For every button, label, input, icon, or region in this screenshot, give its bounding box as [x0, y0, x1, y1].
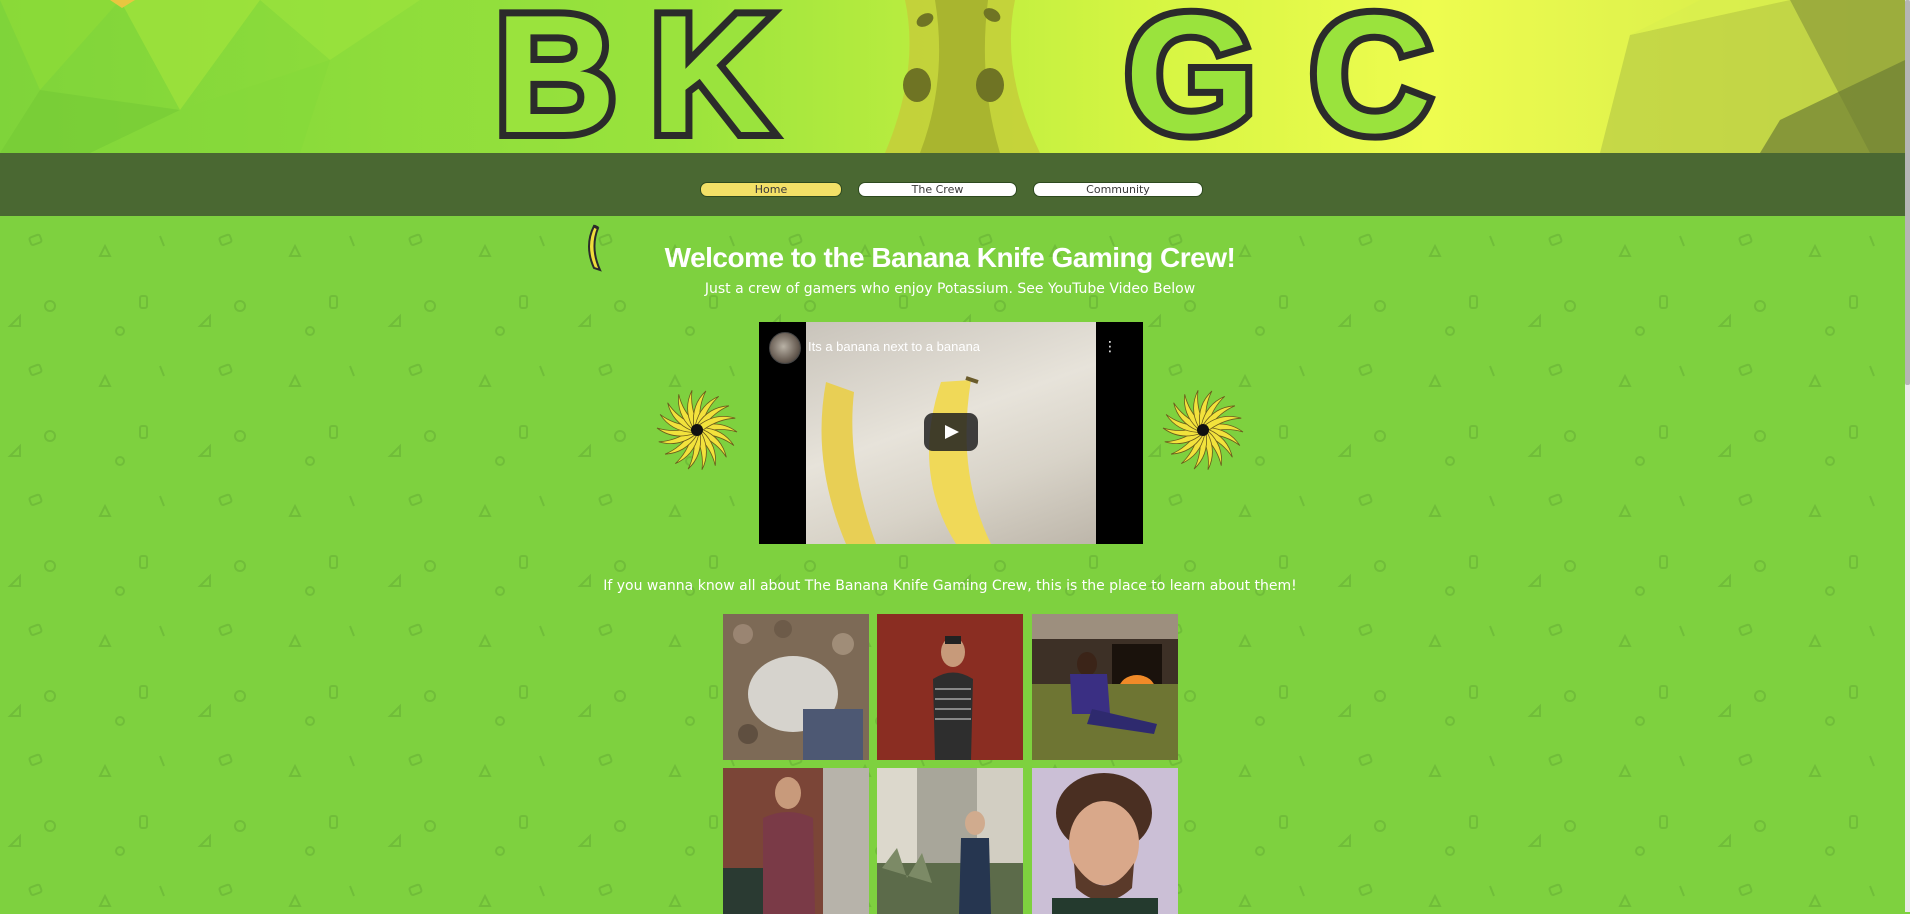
gallery-photo-4[interactable]: [723, 768, 869, 914]
nav-home-button[interactable]: Home: [700, 182, 842, 197]
logo-letter-c: C: [1303, 0, 1438, 153]
nav-the-crew-button[interactable]: The Crew: [858, 182, 1017, 197]
photo-person-red-wall: [877, 614, 1023, 760]
crew-intro-text: If you wanna know all about The Banana K…: [603, 578, 1297, 594]
header-banner: B K G C: [0, 0, 1905, 153]
more-options-icon[interactable]: ⋮: [1103, 340, 1117, 354]
banana-spinner-right-icon: [1162, 390, 1244, 470]
scrollbar[interactable]: [1905, 0, 1910, 912]
photo-person-by-fireplace: [1032, 614, 1178, 760]
banana-spinner-left-icon: [656, 390, 738, 470]
photo-person-garden: [877, 768, 1023, 914]
page-title: Welcome to the Banana Knife Gaming Crew!: [664, 242, 1236, 273]
spinner-center: [691, 424, 703, 436]
photo-person-portrait: [1032, 768, 1178, 914]
gallery-photo-3[interactable]: [1032, 614, 1178, 760]
spinner-center: [1197, 424, 1209, 436]
nav-community-button[interactable]: Community: [1033, 182, 1203, 197]
scrollbar-thumb[interactable]: [1905, 0, 1910, 385]
page-subtitle: Just a crew of gamers who enjoy Potassiu…: [704, 281, 1196, 297]
gallery-photo-5[interactable]: [877, 768, 1023, 914]
play-button[interactable]: [924, 413, 978, 451]
youtube-video-player[interactable]: Its a banana next to a banana ⋮: [759, 322, 1143, 544]
video-title[interactable]: Its a banana next to a banana: [808, 339, 980, 354]
banner-background-shapes: [0, 0, 1905, 153]
photo-person-brick-alley: [723, 768, 869, 914]
channel-avatar[interactable]: [769, 332, 801, 364]
photo-person-lying-on-floor: [723, 614, 869, 760]
gallery-photo-1[interactable]: [723, 614, 869, 760]
logo-letter-g: G: [1118, 0, 1263, 153]
logo-letter-b: B: [488, 0, 623, 153]
gallery-photo-6[interactable]: [1032, 768, 1178, 914]
gallery-photo-2[interactable]: [877, 614, 1023, 760]
logo-letter-k: K: [643, 0, 778, 153]
